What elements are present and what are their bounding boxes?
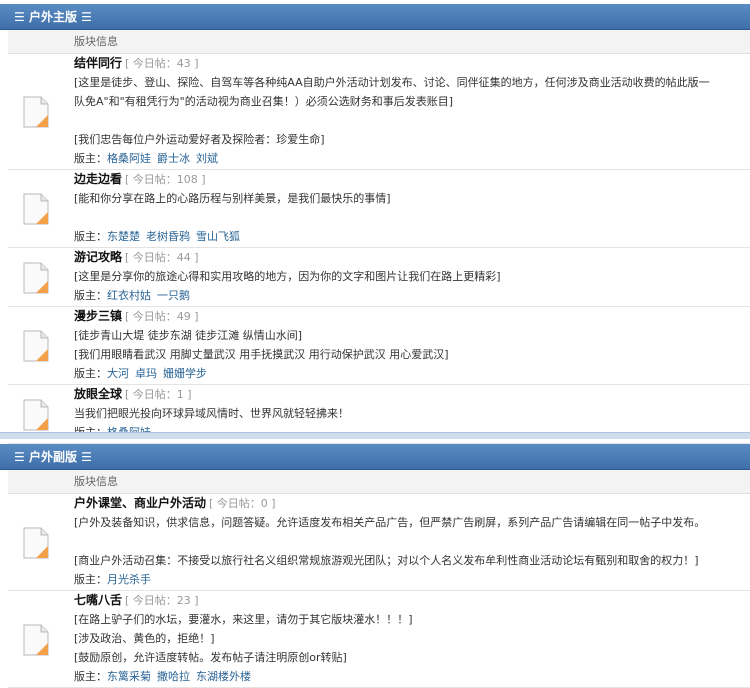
moderators-label: 版主： [74, 573, 107, 586]
moderator-link[interactable]: 撒哈拉 [157, 670, 190, 683]
moderators-label: 版主： [74, 289, 107, 302]
today-post-count: [ 今日帖：49 ] [125, 310, 199, 323]
forum-name-link[interactable]: 户外课堂、商业户外活动 [74, 496, 206, 510]
moderator-link[interactable]: 东湖楼外楼 [196, 670, 251, 683]
moderators-line: 版主：东楚楚 老树昏鸦 雪山飞狐 [74, 227, 750, 246]
forum-name-link[interactable]: 漫步三镇 [74, 309, 122, 323]
forum-title-line: 放眼全球[ 今日帖：1 ] [74, 385, 750, 404]
moderator-link[interactable]: 格桑阿娃 [107, 152, 151, 165]
today-post-count: [ 今日帖：23 ] [125, 594, 199, 607]
forum-title-line: 漫步三镇[ 今日帖：49 ] [74, 307, 750, 326]
today-post-count: [ 今日帖：0 ] [209, 497, 276, 510]
forum-description: [能和你分享在路上的心路历程与别样美景，是我们最快乐的事情] [74, 192, 391, 205]
moderators-label: 版主： [74, 230, 107, 243]
forum-doc-icon [23, 399, 49, 431]
forum-description: [徒步青山大堤 徒步东湖 徒步江滩 纵情山水间] [74, 329, 303, 342]
moderator-link[interactable]: 东篱采菊 [107, 670, 151, 683]
forum-description [74, 111, 750, 130]
forum-description [74, 532, 750, 551]
moderator-link[interactable]: 卓玛 [135, 367, 157, 380]
moderators-line: 版主：红衣村姑 一只鹅 [74, 286, 750, 305]
forum-description: [这里是分享你的旅途心得和实用攻略的地方，因为你的文字和图片让我们在路上更精彩] [74, 270, 501, 283]
moderators-line: 版主：格桑阿娃 爵士冰 刘斌 [74, 149, 750, 168]
section-header[interactable]: ☰ 户外主版 ☰ [0, 4, 750, 30]
forum-doc-icon [23, 193, 49, 225]
forum-description: [我们用眼睛看武汉 用脚丈量武汉 用手抚摸武汉 用行动保护武汉 用心爱武汉] [74, 348, 449, 361]
column-header: 版块信息 [8, 30, 750, 54]
section-secondary: ☰ 户外副版 ☰ 版块信息 户外课堂、商业户外活动[ 今日帖：0 ] [户外及装备… [0, 444, 750, 688]
forum-description: [涉及政治、黄色的，拒绝！] [74, 632, 215, 645]
moderators-line: 版主：东篱采菊 撒哈拉 东湖楼外楼 [74, 667, 750, 686]
moderator-link[interactable]: 姗姗学步 [163, 367, 207, 380]
collapse-icon: ☰ [14, 10, 25, 24]
moderators-line: 版主：月光杀手 [74, 570, 750, 589]
forum-description [74, 208, 750, 227]
forum-doc-icon [23, 624, 49, 656]
forum-description: [户外及装备知识，供求信息，问题答疑。允许适度发布相关产品广告，但严禁广告刷屏，… [74, 516, 706, 529]
forum-row: 游记攻略[ 今日帖：44 ] [这里是分享你的旅途心得和实用攻略的地方，因为你的文… [8, 248, 750, 307]
forum-title-line: 七嘴八舌[ 今日帖：23 ] [74, 591, 750, 610]
moderator-link[interactable]: 月光杀手 [107, 573, 151, 586]
today-post-count: [ 今日帖：108 ] [125, 173, 206, 186]
collapse-icon: ☰ [81, 10, 92, 24]
forum-description: [我们忠告每位户外运动爱好者及探险者：珍爱生命] [74, 133, 325, 146]
forum-description: 队免A"和"有租凭行为"的活动视为商业召集！）必须公选财务和事后发表账目] [74, 95, 453, 108]
moderators-line: 版主：大河 卓玛 姗姗学步 [74, 364, 750, 383]
section-divider [0, 432, 750, 439]
today-post-count: [ 今日帖：44 ] [125, 251, 199, 264]
forum-name-link[interactable]: 边走边看 [74, 172, 122, 186]
forum-row: 边走边看[ 今日帖：108 ] [能和你分享在路上的心路历程与别样美景，是我们最快… [8, 170, 750, 248]
forum-description: [在路上驴子们的水坛，要灌水，来这里，请勿于其它版块灌水！！！] [74, 613, 413, 626]
forum-doc-icon [23, 330, 49, 362]
forum-title-line: 户外课堂、商业户外活动[ 今日帖：0 ] [74, 494, 750, 513]
moderators-label: 版主： [74, 367, 107, 380]
moderator-link[interactable]: 红衣村姑 [107, 289, 151, 302]
forum-description: 当我们把眼光投向环球异域风情时、世界风就轻轻拂来！ [74, 407, 349, 420]
collapse-icon: ☰ [81, 450, 92, 464]
forum-doc-icon [23, 527, 49, 559]
moderator-link[interactable]: 爵士冰 [157, 152, 190, 165]
collapse-icon: ☰ [14, 450, 25, 464]
moderators-label: 版主： [74, 152, 107, 165]
today-post-count: [ 今日帖：1 ] [125, 388, 192, 401]
section-header[interactable]: ☰ 户外副版 ☰ [0, 444, 750, 470]
forum-name-link[interactable]: 七嘴八舌 [74, 593, 122, 607]
today-post-count: [ 今日帖：43 ] [125, 57, 199, 70]
forum-doc-icon [23, 96, 49, 128]
forum-description: [鼓励原创，允许适度转帖。发布帖子请注明原创or转贴] [74, 651, 347, 664]
forum-row: 户外课堂、商业户外活动[ 今日帖：0 ] [户外及装备知识，供求信息，问题答疑。允… [8, 494, 750, 591]
column-header: 版块信息 [8, 470, 750, 494]
moderators-label: 版主： [74, 670, 107, 683]
moderator-link[interactable]: 刘斌 [196, 152, 218, 165]
forum-row: 七嘴八舌[ 今日帖：23 ] [在路上驴子们的水坛，要灌水，来这里，请勿于其它版块… [8, 591, 750, 688]
forum-description: [这里是徒步、登山、探险、自驾车等各种纯AA自助户外活动计划发布、讨论、同伴征集… [74, 76, 710, 89]
section-title: 户外主版 [28, 10, 77, 24]
forum-title-line: 游记攻略[ 今日帖：44 ] [74, 248, 750, 267]
forum-name-link[interactable]: 放眼全球 [74, 387, 122, 401]
forum-doc-icon [23, 262, 49, 294]
forum-name-link[interactable]: 结伴同行 [74, 56, 122, 70]
forum-row: 漫步三镇[ 今日帖：49 ] [徒步青山大堤 徒步东湖 徒步江滩 纵情山水间] [我… [8, 307, 750, 385]
moderator-link[interactable]: 雪山飞狐 [196, 230, 240, 243]
forum-row: 结伴同行[ 今日帖：43 ] [这里是徒步、登山、探险、自驾车等各种纯AA自助户外… [8, 54, 750, 170]
section-main: ☰ 户外主版 ☰ 版块信息 结伴同行[ 今日帖：43 ] [这里是徒步、登山、探险… [0, 4, 750, 444]
moderator-link[interactable]: 东楚楚 [107, 230, 140, 243]
moderator-link[interactable]: 老树昏鸦 [146, 230, 190, 243]
forum-name-link[interactable]: 游记攻略 [74, 250, 122, 264]
moderator-link[interactable]: 一只鹅 [157, 289, 190, 302]
forum-title-line: 边走边看[ 今日帖：108 ] [74, 170, 750, 189]
moderator-link[interactable]: 大河 [107, 367, 129, 380]
forum-description: [商业户外活动召集：不接受以旅行社名义组织常规旅游观光团队；对以个人名义发布牟利… [74, 554, 699, 567]
section-title: 户外副版 [28, 450, 77, 464]
forum-title-line: 结伴同行[ 今日帖：43 ] [74, 54, 750, 73]
